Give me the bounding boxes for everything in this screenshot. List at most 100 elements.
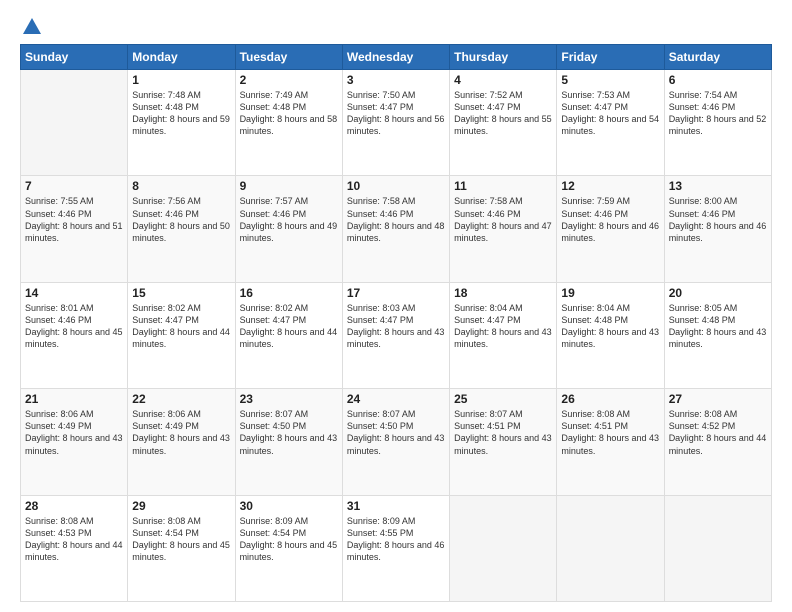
calendar-cell: 5Sunrise: 7:53 AMSunset: 4:47 PMDaylight… — [557, 70, 664, 176]
cell-info: Sunrise: 7:48 AMSunset: 4:48 PMDaylight:… — [132, 89, 230, 138]
calendar-cell: 2 Sunrise: 7:49 AMSunset: 4:48 PMDaylight… — [235, 70, 342, 176]
day-number: 4 — [454, 73, 552, 87]
day-number: 28 — [25, 499, 123, 513]
cell-info: Sunrise: 8:02 AMSunset: 4:47 PMDaylight:… — [240, 302, 338, 351]
calendar-cell: 24Sunrise: 8:07 AMSunset: 4:50 PMDayligh… — [342, 389, 449, 495]
day-number: 15 — [132, 286, 230, 300]
page: SundayMondayTuesdayWednesdayThursdayFrid… — [0, 0, 792, 612]
day-number: 1 — [132, 73, 230, 87]
cell-info: Sunrise: 8:04 AMSunset: 4:48 PMDaylight:… — [561, 302, 659, 351]
cell-info: Sunrise: 8:07 AMSunset: 4:50 PMDaylight:… — [240, 408, 338, 457]
cell-info: Sunrise: 8:07 AMSunset: 4:50 PMDaylight:… — [347, 408, 445, 457]
weekday-header: Sunday — [21, 45, 128, 70]
calendar-cell: 21 Sunrise: 8:06 AMSunset: 4:49 PMDayligh… — [21, 389, 128, 495]
calendar-cell: 28 Sunrise: 8:08 AMSunset: 4:53 PMDayligh… — [21, 495, 128, 601]
day-number: 25 — [454, 392, 552, 406]
cell-info: Sunrise: 8:06 AMSunset: 4:49 PMDaylight:… — [25, 408, 123, 457]
calendar-cell — [450, 495, 557, 601]
calendar-cell: 14 Sunrise: 8:01 AMSunset: 4:46 PMDayligh… — [21, 282, 128, 388]
cell-info: Sunrise: 8:06 AMSunset: 4:49 PMDaylight:… — [132, 408, 230, 457]
cell-info: Sunrise: 8:03 AMSunset: 4:47 PMDaylight:… — [347, 302, 445, 351]
day-number: 13 — [669, 179, 767, 193]
cell-info: Sunrise: 8:04 AMSunset: 4:47 PMDaylight:… — [454, 302, 552, 351]
day-number: 17 — [347, 286, 445, 300]
calendar-cell: 26 Sunrise: 8:08 AMSunset: 4:51 PMDayligh… — [557, 389, 664, 495]
calendar-cell: 3 Sunrise: 7:50 AMSunset: 4:47 PMDaylight… — [342, 70, 449, 176]
calendar-cell: 18 Sunrise: 8:04 AMSunset: 4:47 PMDayligh… — [450, 282, 557, 388]
logo — [20, 16, 44, 34]
day-number: 20 — [669, 286, 767, 300]
day-number: 31 — [347, 499, 445, 513]
calendar-cell: 31 Sunrise: 8:09 AMSunset: 4:55 PMDayligh… — [342, 495, 449, 601]
day-number: 23 — [240, 392, 338, 406]
cell-info: Sunrise: 7:49 AMSunset: 4:48 PMDaylight:… — [240, 89, 338, 138]
weekday-header: Friday — [557, 45, 664, 70]
cell-info: Sunrise: 8:00 AMSunset: 4:46 PMDaylight:… — [669, 195, 767, 244]
calendar-cell: 4 Sunrise: 7:52 AMSunset: 4:47 PMDaylight… — [450, 70, 557, 176]
day-number: 27 — [669, 392, 767, 406]
cell-info: Sunrise: 7:58 AMSunset: 4:46 PMDaylight:… — [347, 195, 445, 244]
calendar-cell: 17 Sunrise: 8:03 AMSunset: 4:47 PMDayligh… — [342, 282, 449, 388]
cell-info: Sunrise: 8:09 AMSunset: 4:54 PMDaylight:… — [240, 515, 338, 564]
day-number: 11 — [454, 179, 552, 193]
calendar-cell: 30 Sunrise: 8:09 AMSunset: 4:54 PMDayligh… — [235, 495, 342, 601]
calendar-cell — [21, 70, 128, 176]
calendar-cell: 1 Sunrise: 7:48 AMSunset: 4:48 PMDaylight… — [128, 70, 235, 176]
header — [20, 16, 772, 34]
day-number: 16 — [240, 286, 338, 300]
cell-info: Sunrise: 7:56 AMSunset: 4:46 PMDaylight:… — [132, 195, 230, 244]
cell-info: Sunrise: 8:08 AMSunset: 4:51 PMDaylight:… — [561, 408, 659, 457]
weekday-header: Tuesday — [235, 45, 342, 70]
calendar-cell: 16 Sunrise: 8:02 AMSunset: 4:47 PMDayligh… — [235, 282, 342, 388]
calendar-cell: 10 Sunrise: 7:58 AMSunset: 4:46 PMDayligh… — [342, 176, 449, 282]
day-number: 9 — [240, 179, 338, 193]
cell-info: Sunrise: 8:02 AMSunset: 4:47 PMDaylight:… — [132, 302, 230, 351]
day-number: 22 — [132, 392, 230, 406]
calendar-cell: 22 Sunrise: 8:06 AMSunset: 4:49 PMDayligh… — [128, 389, 235, 495]
calendar-cell: 29Sunrise: 8:08 AMSunset: 4:54 PMDayligh… — [128, 495, 235, 601]
day-number: 30 — [240, 499, 338, 513]
day-number: 14 — [25, 286, 123, 300]
calendar-cell: 15 Sunrise: 8:02 AMSunset: 4:47 PMDayligh… — [128, 282, 235, 388]
logo-icon — [21, 16, 43, 38]
cell-info: Sunrise: 8:05 AMSunset: 4:48 PMDaylight:… — [669, 302, 767, 351]
cell-info: Sunrise: 7:50 AMSunset: 4:47 PMDaylight:… — [347, 89, 445, 138]
day-number: 7 — [25, 179, 123, 193]
cell-info: Sunrise: 8:01 AMSunset: 4:46 PMDaylight:… — [25, 302, 123, 351]
calendar-cell: 13 Sunrise: 8:00 AMSunset: 4:46 PMDayligh… — [664, 176, 771, 282]
calendar-cell — [557, 495, 664, 601]
calendar-cell: 20 Sunrise: 8:05 AMSunset: 4:48 PMDayligh… — [664, 282, 771, 388]
calendar-cell: 27 Sunrise: 8:08 AMSunset: 4:52 PMDayligh… — [664, 389, 771, 495]
cell-info: Sunrise: 8:09 AMSunset: 4:55 PMDaylight:… — [347, 515, 445, 564]
cell-info: Sunrise: 7:53 AMSunset: 4:47 PMDaylight:… — [561, 89, 659, 138]
cell-info: Sunrise: 7:57 AMSunset: 4:46 PMDaylight:… — [240, 195, 338, 244]
cell-info: Sunrise: 8:08 AMSunset: 4:52 PMDaylight:… — [669, 408, 767, 457]
cell-info: Sunrise: 7:54 AMSunset: 4:46 PMDaylight:… — [669, 89, 767, 138]
cell-info: Sunrise: 7:55 AMSunset: 4:46 PMDaylight:… — [25, 195, 123, 244]
day-number: 2 — [240, 73, 338, 87]
cell-info: Sunrise: 7:52 AMSunset: 4:47 PMDaylight:… — [454, 89, 552, 138]
day-number: 19 — [561, 286, 659, 300]
day-number: 18 — [454, 286, 552, 300]
cell-info: Sunrise: 8:08 AMSunset: 4:53 PMDaylight:… — [25, 515, 123, 564]
calendar: SundayMondayTuesdayWednesdayThursdayFrid… — [20, 44, 772, 602]
calendar-cell: 6 Sunrise: 7:54 AMSunset: 4:46 PMDaylight… — [664, 70, 771, 176]
calendar-cell: 23 Sunrise: 8:07 AMSunset: 4:50 PMDayligh… — [235, 389, 342, 495]
day-number: 3 — [347, 73, 445, 87]
cell-info: Sunrise: 8:07 AMSunset: 4:51 PMDaylight:… — [454, 408, 552, 457]
day-number: 10 — [347, 179, 445, 193]
calendar-cell: 9 Sunrise: 7:57 AMSunset: 4:46 PMDaylight… — [235, 176, 342, 282]
day-number: 21 — [25, 392, 123, 406]
weekday-header: Saturday — [664, 45, 771, 70]
day-number: 26 — [561, 392, 659, 406]
weekday-header: Wednesday — [342, 45, 449, 70]
calendar-cell: 11Sunrise: 7:58 AMSunset: 4:46 PMDayligh… — [450, 176, 557, 282]
calendar-cell: 7 Sunrise: 7:55 AMSunset: 4:46 PMDaylight… — [21, 176, 128, 282]
day-number: 6 — [669, 73, 767, 87]
day-number: 8 — [132, 179, 230, 193]
calendar-cell: 25 Sunrise: 8:07 AMSunset: 4:51 PMDayligh… — [450, 389, 557, 495]
calendar-cell: 12Sunrise: 7:59 AMSunset: 4:46 PMDayligh… — [557, 176, 664, 282]
day-number: 29 — [132, 499, 230, 513]
calendar-cell: 19 Sunrise: 8:04 AMSunset: 4:48 PMDayligh… — [557, 282, 664, 388]
weekday-header: Thursday — [450, 45, 557, 70]
